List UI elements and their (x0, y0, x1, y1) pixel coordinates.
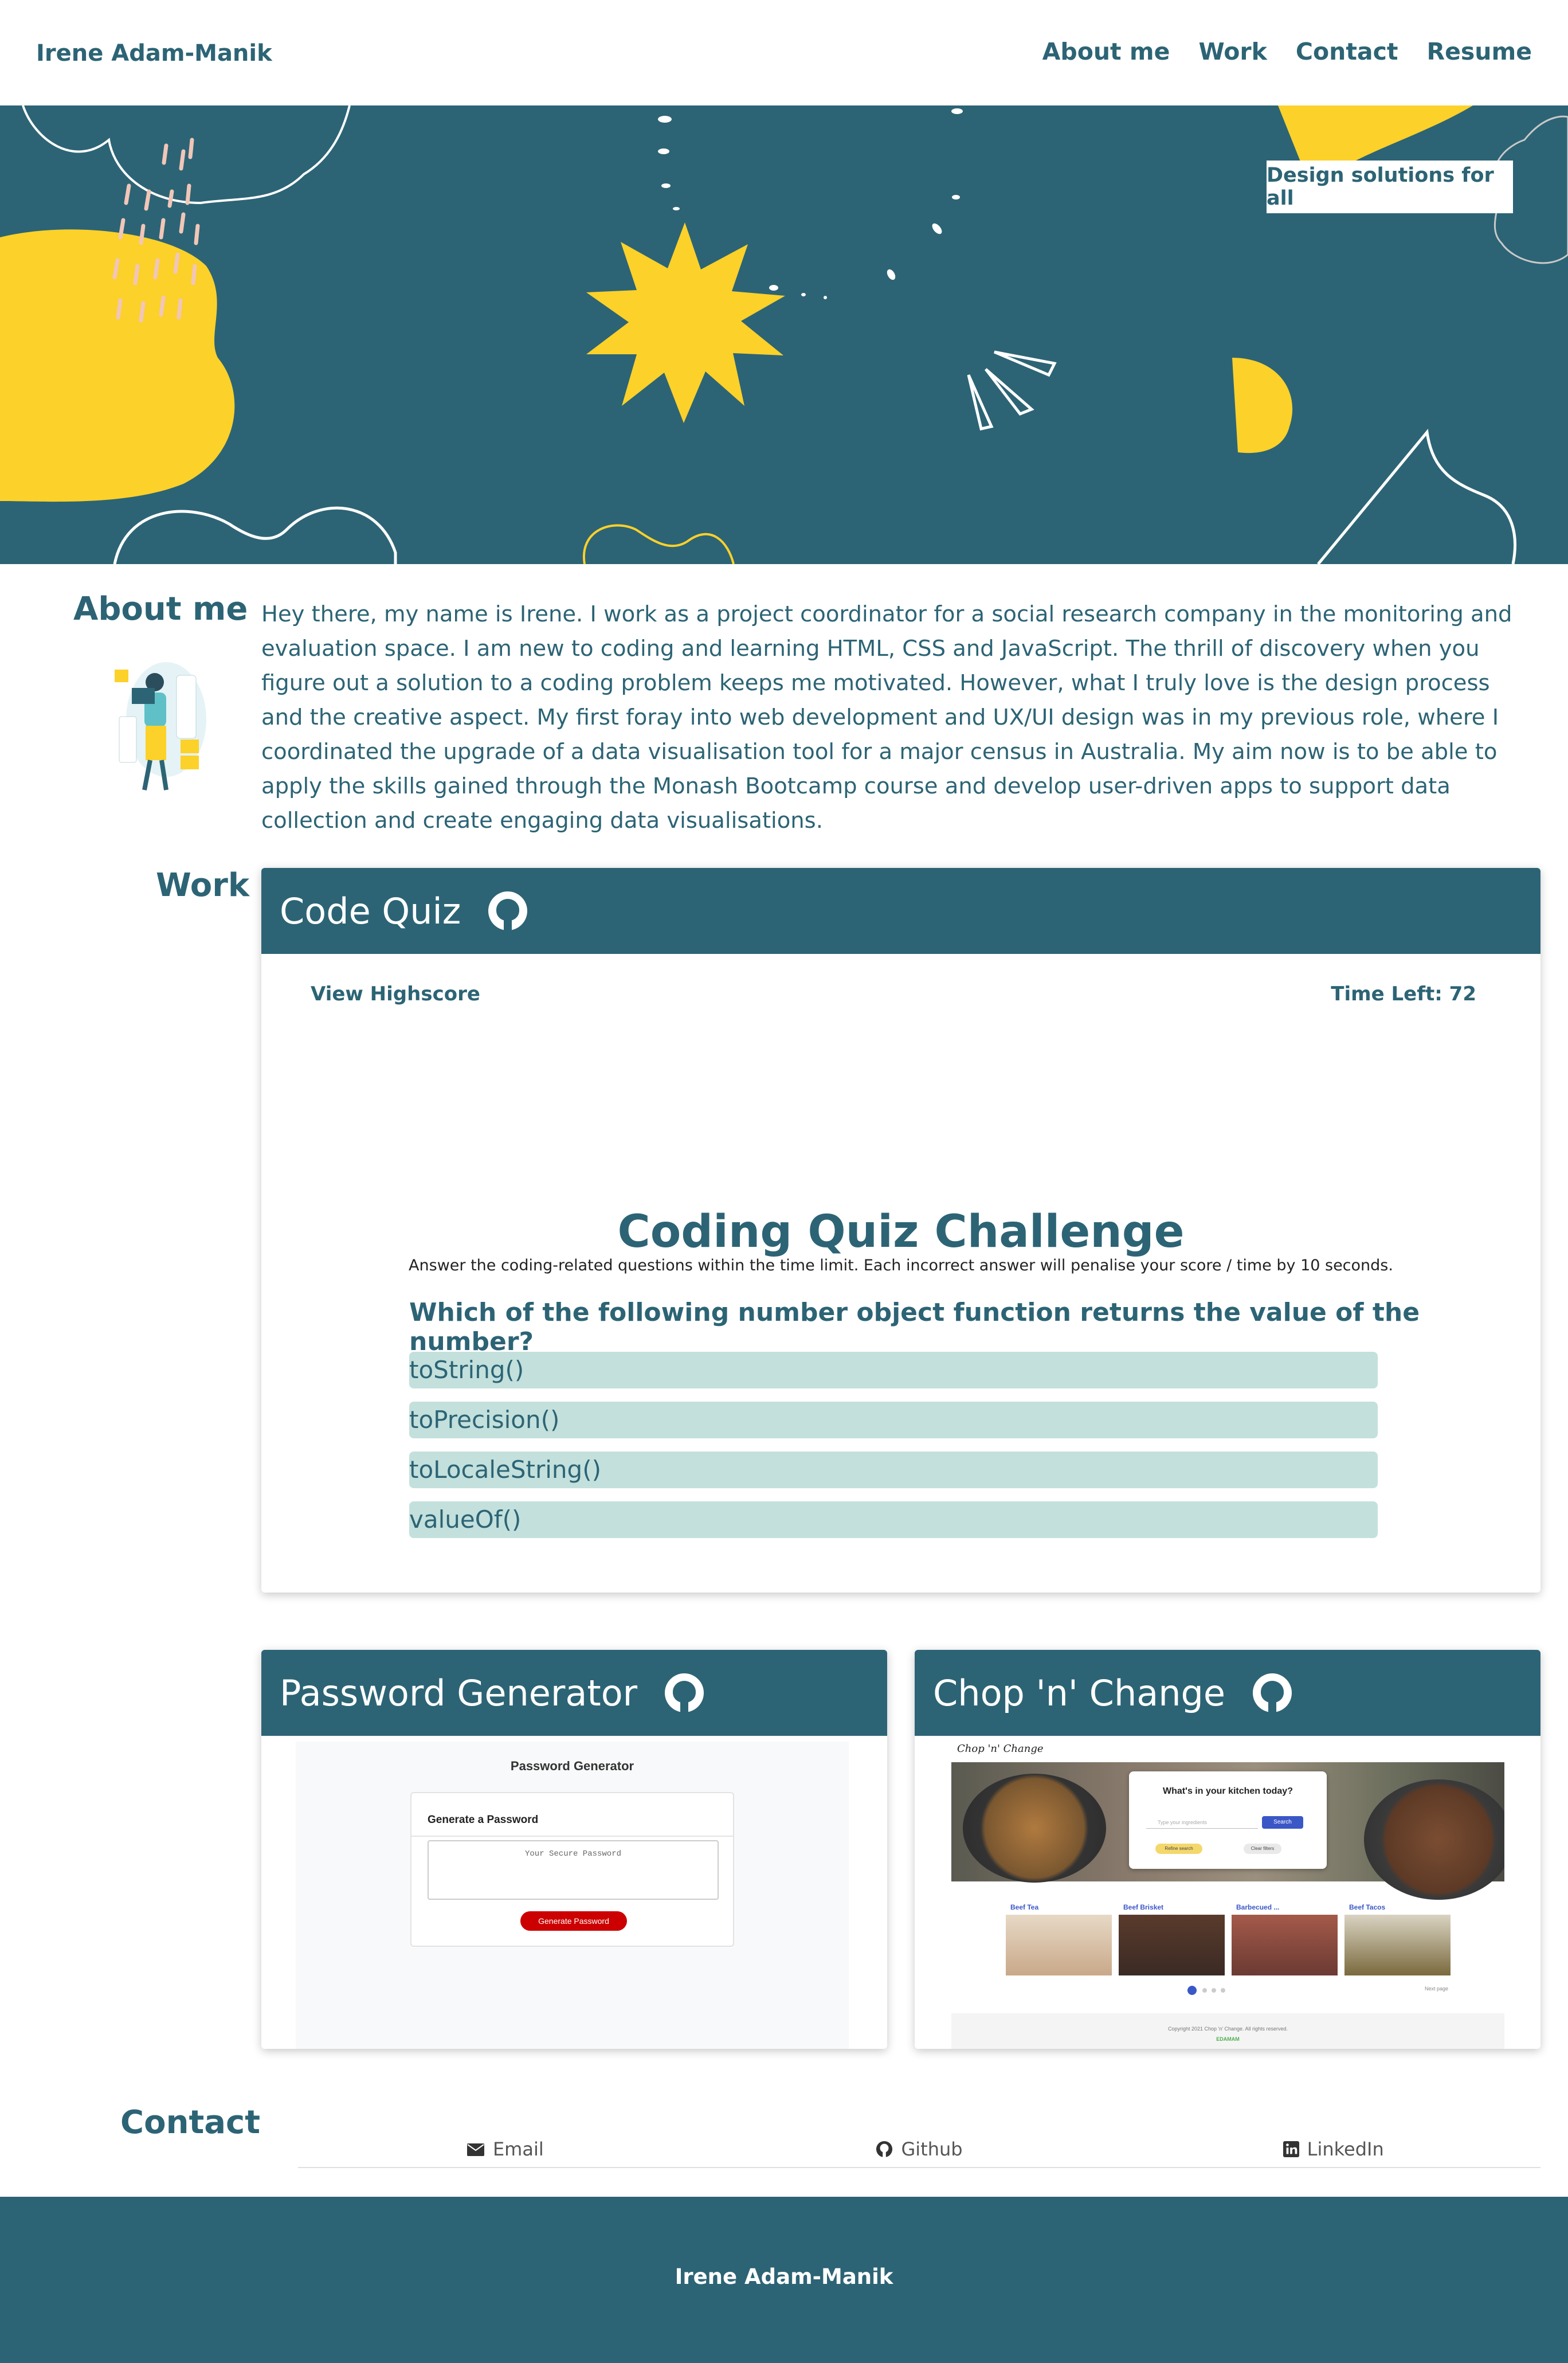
nav-link-about[interactable]: About me (1042, 38, 1170, 65)
recipe-card[interactable]: Beef Brisket (1119, 1901, 1225, 1978)
food-plate-image (1364, 1779, 1504, 1900)
recipe-image (1232, 1915, 1338, 1975)
chop-preview: Chop 'n' Change What's in your kitchen t… (951, 1739, 1504, 2049)
recipe-title: Barbecued ... (1236, 1903, 1280, 1911)
envelope-icon (467, 2143, 484, 2156)
project-card-password-generator: Password Generator Password Generator Ge… (261, 1650, 887, 2049)
footer-name: Irene Adam-Manik (675, 2264, 893, 2289)
chop-search-button[interactable]: Search (1262, 1816, 1303, 1829)
recipe-title: Beef Tacos (1349, 1903, 1386, 1911)
github-icon[interactable] (488, 891, 528, 930)
recipe-card[interactable]: Beef Tea (1006, 1901, 1112, 1978)
pw-title: Password Generator (510, 1759, 634, 1773)
edamam-badge: EDAMAM (1216, 2036, 1240, 2042)
food-plate-image (963, 1774, 1106, 1883)
card-title: Code Quiz (280, 890, 461, 932)
hero-badge: Design solutions for all (1267, 161, 1513, 213)
password-output[interactable]: Your Secure Password (428, 1840, 719, 1900)
github-icon[interactable] (1253, 1673, 1292, 1712)
clear-filters-button[interactable]: Clear filters (1244, 1844, 1281, 1854)
quiz-subtitle: Answer the coding-related questions with… (409, 1257, 1393, 1274)
card-header: Chop 'n' Change (915, 1650, 1540, 1736)
refine-search-button[interactable]: Refine search (1155, 1844, 1202, 1854)
about-title: About me (73, 590, 248, 628)
recipe-cards: Beef Tea Beef Brisket Barbecued ... Beef… (1006, 1901, 1451, 1978)
page-dot[interactable] (1221, 1988, 1225, 1993)
card-title: Password Generator (280, 1672, 638, 1714)
chop-footer: Copyright 2021 Chop 'n' Change. All righ… (951, 2013, 1504, 2049)
page-dot[interactable] (1202, 1988, 1207, 1993)
project-card-chop-n-change: Chop 'n' Change Chop 'n' Change What's i… (915, 1650, 1540, 2049)
card-header: Password Generator (261, 1650, 887, 1736)
contact-linkedin-label: LinkedIn (1307, 2138, 1384, 2160)
quiz-question: Which of the following number object fun… (409, 1298, 1420, 1356)
chop-logo: Chop 'n' Change (957, 1743, 1044, 1755)
time-left: Time Left: 72 (1331, 983, 1476, 1006)
chop-search-heading: What's in your kitchen today? (1163, 1786, 1293, 1796)
brand-name[interactable]: Irene Adam-Manik (36, 40, 272, 66)
nav-links: About me Work Contact Resume (1042, 38, 1532, 65)
contact-linkedin[interactable]: LinkedIn (1126, 2131, 1540, 2167)
navbar: Irene Adam-Manik About me Work Contact R… (0, 0, 1568, 105)
quiz-heading: Coding Quiz Challenge (617, 1206, 1185, 1258)
recipe-title: Beef Brisket (1123, 1903, 1164, 1911)
work-title: Work (156, 867, 250, 904)
nav-link-contact[interactable]: Contact (1296, 38, 1398, 65)
contact-links: Email Github LinkedIn (298, 2131, 1540, 2168)
quiz-option[interactable]: toString() (409, 1352, 1378, 1388)
chop-copyright: Copyright 2021 Chop 'n' Change. All righ… (1167, 2026, 1288, 2032)
contact-github[interactable]: Github (712, 2131, 1127, 2167)
recipe-image (1344, 1915, 1451, 1975)
recipe-image (1006, 1915, 1112, 1975)
quiz-option[interactable]: toPrecision() (409, 1402, 1378, 1438)
footer: Irene Adam-Manik (0, 2197, 1568, 2363)
contact-github-label: Github (901, 2138, 963, 2160)
generate-password-button[interactable]: Generate Password (520, 1911, 627, 1931)
contact-title: Contact (120, 2104, 260, 2141)
recipe-card[interactable]: Barbecued ... (1232, 1901, 1338, 1978)
nav-link-work[interactable]: Work (1198, 38, 1267, 65)
about-text: Hey there, my name is Irene. I work as a… (261, 601, 1512, 834)
chop-search-input[interactable]: Type your ingredients (1146, 1816, 1258, 1829)
quiz-option[interactable]: valueOf() (409, 1501, 1378, 1538)
github-icon[interactable] (665, 1673, 704, 1712)
pagination: Next page (951, 1985, 1504, 1996)
pw-card-heading: Generate a Password (428, 1814, 539, 1826)
quiz-option[interactable]: toLocaleString() (409, 1452, 1378, 1488)
github-icon (876, 2141, 893, 2158)
contact-email-label: Email (492, 2138, 544, 2160)
next-page-link[interactable]: Next page (1425, 1986, 1448, 1992)
hero-banner: Design solutions for all (0, 105, 1568, 564)
view-highscore-link[interactable]: View Highscore (311, 983, 480, 1006)
pw-card: Generate a Password Your Secure Password… (410, 1792, 734, 1947)
page-dot[interactable] (1212, 1988, 1216, 1993)
recipe-title: Beef Tea (1010, 1903, 1039, 1911)
recipe-image (1119, 1915, 1225, 1975)
quiz-preview: View Highscore Time Left: 72 Coding Quiz… (261, 954, 1540, 1593)
nav-link-resume[interactable]: Resume (1427, 38, 1532, 65)
password-generator-preview: Password Generator Generate a Password Y… (296, 1742, 849, 2049)
card-header: Code Quiz (261, 868, 1540, 954)
chop-search-panel: What's in your kitchen today? Type your … (1129, 1771, 1327, 1869)
linkedin-icon (1283, 2141, 1299, 2157)
divider (411, 1836, 733, 1837)
page-dot-active[interactable] (1187, 1986, 1197, 1995)
avatar-illustration (115, 662, 206, 791)
card-title: Chop 'n' Change (933, 1672, 1226, 1714)
project-card-code-quiz: Code Quiz View Highscore Time Left: 72 C… (261, 868, 1540, 1593)
contact-email[interactable]: Email (298, 2131, 712, 2167)
recipe-card[interactable]: Beef Tacos (1344, 1901, 1451, 1978)
